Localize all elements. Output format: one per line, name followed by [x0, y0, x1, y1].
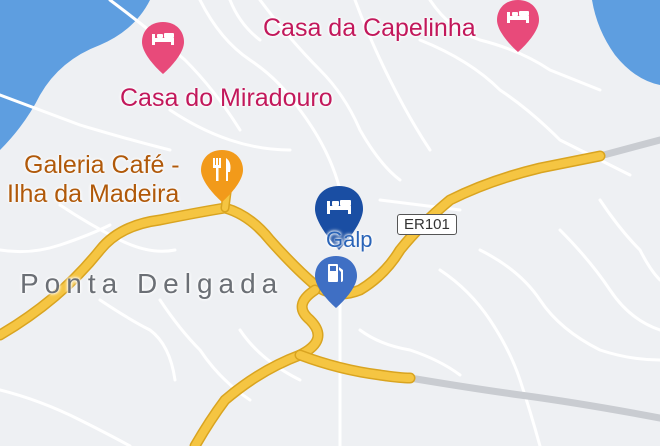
hotel-pin-capelinha[interactable]	[497, 0, 539, 52]
gray-road	[406, 374, 660, 422]
road-shield-er101: ER101	[397, 214, 457, 235]
sea-left	[0, 0, 150, 150]
poi-label-galp[interactable]: Galp	[326, 227, 372, 253]
map-canvas[interactable]	[0, 0, 660, 446]
poi-label-galeria-line2[interactable]: Ilha da Madeira	[7, 180, 179, 208]
poi-label-galeria-line1[interactable]: Galeria Café -	[24, 151, 180, 179]
hotel-pin-miradouro[interactable]	[142, 22, 184, 74]
sea-right	[592, 0, 660, 85]
poi-label-casa-miradouro[interactable]: Casa do Miradouro	[120, 84, 333, 113]
town-label-ponta-delgada: Ponta Delgada	[20, 268, 284, 299]
poi-label-casa-capelinha[interactable]: Casa da Capelinha	[263, 14, 476, 43]
gray-road-east	[596, 136, 660, 160]
gas-pin-galp[interactable]	[315, 256, 357, 308]
restaurant-pin-galeria[interactable]	[201, 150, 243, 202]
